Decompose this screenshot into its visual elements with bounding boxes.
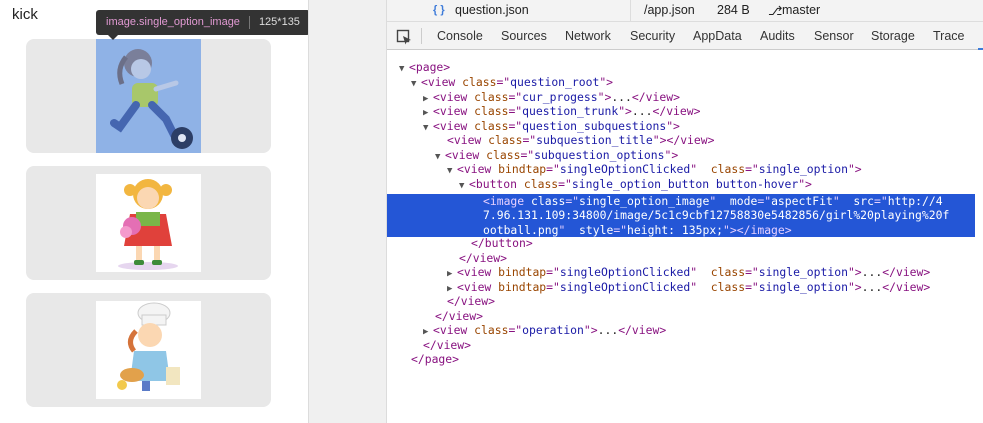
tree-node-question-subquestions[interactable]: ▼ <view class="question_subquestions"> — [423, 119, 680, 134]
tab-divider — [421, 28, 422, 44]
page-title: kick — [12, 6, 38, 23]
girl-football-illustration — [110, 49, 193, 149]
inspect-element-icon[interactable] — [396, 29, 412, 45]
tree-node-option-button[interactable]: ▼ <button class="single_option_button but… — [459, 177, 812, 192]
option-image-chef[interactable] — [96, 301, 201, 399]
tree-node-root-close[interactable]: </view> — [423, 338, 471, 353]
tree-node-subquestion-options[interactable]: ▼ <view class="subquestion_options"> — [435, 148, 678, 163]
tree-node-question-trunk[interactable]: ▶ <view class="question_trunk">...</view> — [423, 104, 701, 119]
tree-node-single-option-1[interactable]: ▼ <view bindtap="singleOptionClicked" cla… — [447, 162, 862, 177]
devtools-tab-bar: Console Sources Network Security AppData… — [387, 22, 983, 50]
tab-appdata[interactable]: AppData — [693, 29, 742, 43]
tooltip-size: 125*135 — [258, 16, 300, 28]
option-image-bouquet[interactable] — [96, 174, 201, 272]
tab-network[interactable]: Network — [565, 29, 611, 43]
file-bar-divider — [630, 0, 631, 22]
collapse-arrow-icon[interactable]: ▼ — [399, 62, 409, 77]
option-card-1[interactable] — [26, 39, 271, 153]
tree-node-single-option-2[interactable]: ▶ <view bindtap="singleOptionClicked" cla… — [447, 265, 930, 280]
tree-node-image-src-end: ootball.png" style="height: 135px;"></im… — [483, 222, 792, 237]
tab-sources[interactable]: Sources — [501, 29, 547, 43]
collapse-arrow-icon[interactable]: ▼ — [435, 150, 445, 165]
tab-sensor[interactable]: Sensor — [814, 29, 854, 43]
tree-node-subquestions-close[interactable]: </view> — [435, 309, 483, 324]
simulator-pane: kick image.single_option_image 125*135 — [0, 0, 310, 423]
tree-node-subquestion-title[interactable]: <view class="subquestion_title"></view> — [447, 133, 715, 148]
option-card-2[interactable] — [26, 166, 271, 280]
tooltip-selector: image.single_option_image — [106, 16, 240, 28]
tree-node-image-src-cont: 7.96.131.109:34800/image/5c1c9cbf1275883… — [483, 208, 950, 223]
tree-node-view-close[interactable]: </view> — [459, 251, 507, 266]
tree-node-cur-progess[interactable]: ▶ <view class="cur_progess">...</view> — [423, 90, 680, 105]
collapse-arrow-icon[interactable]: ▼ — [423, 121, 433, 136]
tree-node-page-close[interactable]: </page> — [411, 352, 459, 367]
json-file-icon: { } — [433, 4, 445, 16]
pane-splitter[interactable] — [308, 0, 387, 423]
tree-node-button-close[interactable]: </button> — [471, 236, 533, 251]
tab-console[interactable]: Console — [437, 29, 483, 43]
tab-trace[interactable]: Trace — [933, 29, 965, 43]
app-file-path: /app.json — [644, 3, 695, 17]
tree-node-question-root[interactable]: ▼ <view class="question_root"> — [411, 75, 613, 90]
devtools-pane: { } question.json /app.json 284 B ⎇ mast… — [387, 0, 983, 423]
tree-node-single-option-3[interactable]: ▶ <view bindtap="singleOptionClicked" cla… — [447, 280, 930, 295]
tree-node-operation[interactable]: ▶ <view class="operation">...</view> — [423, 323, 666, 338]
file-info-bar: { } question.json /app.json 284 B ⎇ mast… — [387, 0, 983, 22]
tab-security[interactable]: Security — [630, 29, 675, 43]
branch-icon: ⎇ — [768, 4, 783, 18]
option-card-3[interactable] — [26, 293, 271, 407]
tooltip-divider — [248, 15, 250, 29]
collapse-arrow-icon[interactable]: ▼ — [447, 164, 457, 179]
collapse-arrow-icon[interactable]: ▼ — [459, 179, 469, 194]
tab-storage[interactable]: Storage — [871, 29, 915, 43]
branch-name[interactable]: master — [782, 3, 820, 17]
active-tab-indicator — [978, 48, 983, 50]
element-tooltip: image.single_option_image 125*135 — [96, 10, 310, 40]
file-size: 284 B — [717, 3, 750, 17]
file-name[interactable]: question.json — [455, 3, 529, 17]
tree-node-options-close[interactable]: </view> — [447, 294, 495, 309]
tab-audits[interactable]: Audits — [760, 29, 795, 43]
tree-node-page[interactable]: ▼ <page> — [399, 60, 450, 75]
option-image-football[interactable] — [96, 39, 201, 153]
girl-bouquet-illustration — [118, 179, 178, 270]
girl-chef-illustration — [117, 302, 180, 391]
tree-node-option-image[interactable]: <image class="single_option_image" mode=… — [483, 194, 943, 208]
collapse-arrow-icon[interactable]: ▼ — [411, 77, 421, 92]
